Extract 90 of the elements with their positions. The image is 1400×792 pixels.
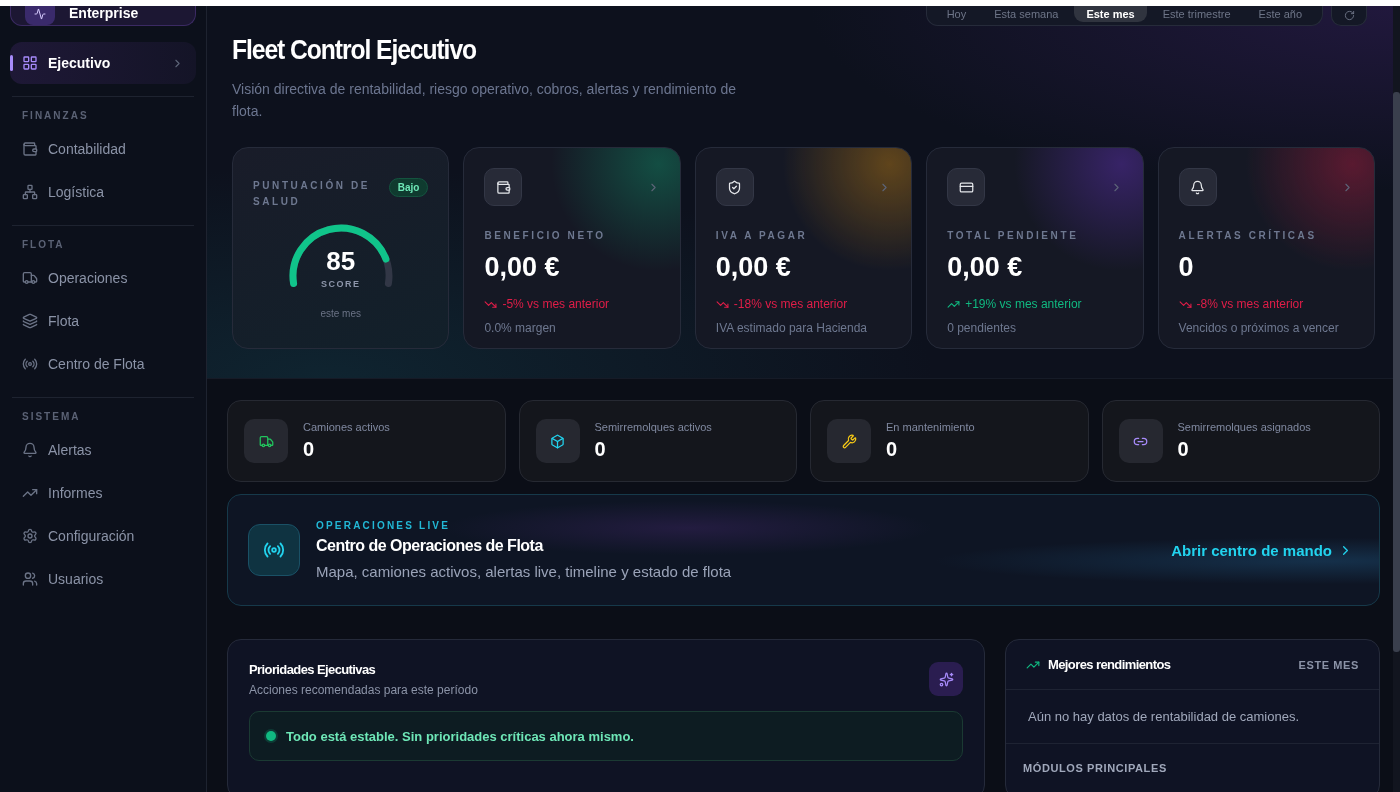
sidebar-item[interactable]: Ejecutivo xyxy=(10,42,196,84)
period-tab[interactable]: Este mes xyxy=(1074,6,1147,22)
scrollbar[interactable] xyxy=(1393,6,1400,792)
panel-subtitle: Acciones recomendadas para este período xyxy=(249,683,478,697)
card-label: PUNTUACIÓN DE SALUD xyxy=(253,178,372,209)
layers-icon xyxy=(22,313,38,329)
signal-icon xyxy=(22,356,38,372)
wallet-icon xyxy=(22,141,38,157)
score-label: SCORE xyxy=(320,279,361,289)
kpi-card[interactable]: TOTAL PENDIENTE 0,00 € +19% vs mes anterior 0 pendientes xyxy=(926,147,1144,349)
bell-icon xyxy=(22,442,38,458)
card-label: ALERTAS CRÍTICAS xyxy=(1178,228,1318,243)
sidebar-item[interactable]: Informes xyxy=(10,472,196,514)
signal-icon xyxy=(248,524,300,576)
wallet-icon xyxy=(484,168,523,206)
sparkles-icon xyxy=(929,662,963,696)
brand-name: Enterprise xyxy=(69,6,139,23)
period-tab[interactable]: Esta semana xyxy=(982,6,1071,22)
status-dot xyxy=(266,731,276,741)
wrench-icon xyxy=(827,419,871,463)
kpi-value: 0,00 € xyxy=(715,252,792,283)
banner-title: Centro de Operaciones de Flota xyxy=(316,537,545,555)
box-icon xyxy=(535,419,580,463)
kpi-value: 0 xyxy=(1178,252,1195,283)
counter-label: Camiones activos xyxy=(303,421,390,433)
period-tab[interactable]: Este trimestre xyxy=(1150,6,1243,22)
sidebar-item[interactable]: Usuarios xyxy=(10,558,196,600)
kpi-card[interactable]: BENEFICIO NETO 0,00 € -5% vs mes anterior 0.0% margen xyxy=(463,147,681,349)
settings-icon xyxy=(22,528,38,544)
kpi-value: 0,00 € xyxy=(947,252,1024,283)
kpi-note: 0 pendientes xyxy=(947,321,1017,335)
period-label: ESTE MES xyxy=(1298,658,1359,671)
kpi-value: 0,00 € xyxy=(484,252,561,283)
card-label: IVA A PAGAR xyxy=(715,229,809,243)
kpi-note: Vencidos o próximos a vencer xyxy=(1178,321,1340,335)
panel-title: Prioridades Ejecutivas xyxy=(249,662,377,677)
shield-icon xyxy=(715,168,754,206)
sidebar-item[interactable]: Centro de Flota xyxy=(10,343,196,385)
card-label: BENEFICIO NETO xyxy=(484,229,607,243)
link-icon xyxy=(1118,419,1163,463)
activity-icon xyxy=(25,6,55,25)
sidebar-item[interactable]: Operaciones xyxy=(10,257,196,299)
truck-icon xyxy=(244,419,288,463)
refresh-button[interactable] xyxy=(1331,6,1367,26)
counter-label: Semirremolques activos xyxy=(594,421,712,433)
sidebar-item[interactable]: Logística xyxy=(10,171,196,213)
counter-value: 0 xyxy=(594,438,607,461)
trend-text: -8% vs mes anterior xyxy=(1196,297,1304,311)
counter-value: 0 xyxy=(1177,438,1190,461)
network-icon xyxy=(22,184,38,200)
users-icon xyxy=(22,571,38,587)
panel-title: Mejores rendimientos xyxy=(1048,657,1171,672)
trend-text: -18% vs mes anterior xyxy=(733,297,848,311)
banner-eyebrow: OPERACIONES LIVE xyxy=(316,520,452,531)
kpi-card[interactable]: IVA A PAGAR 0,00 € -18% vs mes anterior IVA estimado para Hacienda xyxy=(694,147,913,349)
counter-label: Semirremolques asignados xyxy=(1177,421,1311,433)
counter-value: 0 xyxy=(303,438,316,461)
counter-label: En mantenimiento xyxy=(886,421,975,433)
card-label: TOTAL PENDIENTE xyxy=(947,229,1080,243)
bell-icon xyxy=(1178,168,1217,206)
credit-card-icon xyxy=(947,168,986,206)
status-badge: Bajo xyxy=(388,178,429,197)
command-center-link[interactable]: Abrir centro de mando xyxy=(1171,541,1353,559)
score-caption: este mes xyxy=(320,308,361,319)
score-value: 85 xyxy=(326,246,356,277)
sidebar-item[interactable]: Contabilidad xyxy=(10,128,196,170)
kpi-card[interactable]: ALERTAS CRÍTICAS 0 -8% vs mes anterior Vencidos o próximos a vencer xyxy=(1157,147,1375,349)
refresh-icon xyxy=(1343,10,1355,21)
period-tab[interactable]: Hoy xyxy=(934,6,979,22)
kpi-note: 0.0% margen xyxy=(484,321,557,335)
truck-icon xyxy=(22,270,38,286)
period-tab[interactable]: Este año xyxy=(1246,6,1314,22)
grid-icon xyxy=(22,55,38,71)
section-title: MÓDULOS PRINCIPALES xyxy=(1022,761,1168,776)
kpi-note: IVA estimado para Hacienda xyxy=(715,321,868,335)
sidebar-item[interactable]: Alertas xyxy=(10,429,196,471)
trend-text: +19% vs mes anterior xyxy=(965,297,1082,311)
section-title: FLOTA xyxy=(21,238,66,252)
page-subtitle: Visión directiva de rentabilidad, riesgo operativo, cobros, alertas y rendimiento de flota. xyxy=(232,80,738,121)
banner-description: Mapa, camiones activos, alertas live, timeline y estado de flota xyxy=(316,563,733,580)
section-title: SISTEMA xyxy=(21,410,82,424)
brand-card[interactable]: Enterprise xyxy=(10,6,196,26)
counter-value: 0 xyxy=(886,438,899,461)
status-text: Todo está estable. Sin prioridades críticas ahora mismo. xyxy=(286,728,634,744)
empty-message: Aún no hay datos de rentabilidad de camiones. xyxy=(1006,690,1379,744)
sidebar-item[interactable]: Configuración xyxy=(10,515,196,557)
trend-text: -5% vs mes anterior xyxy=(502,297,610,311)
sidebar-item[interactable]: Flota xyxy=(10,300,196,342)
page-title: Fleet Control Ejecutivo xyxy=(232,34,478,66)
section-title: FINANZAS xyxy=(21,109,90,123)
